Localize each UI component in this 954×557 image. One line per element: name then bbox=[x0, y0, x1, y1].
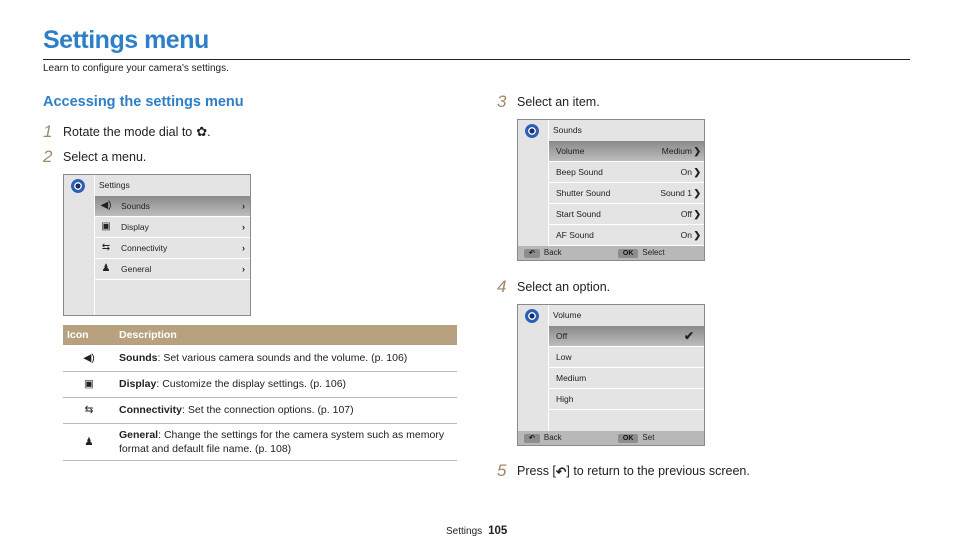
step-number: 5 bbox=[497, 461, 507, 480]
step-5: 5 Press [↶] to return to the previous sc… bbox=[497, 461, 750, 480]
chevron-right-icon: ❯ bbox=[693, 188, 701, 198]
back-icon: ↶ bbox=[555, 464, 567, 479]
footer-section: Settings bbox=[446, 526, 483, 537]
menu-item-general[interactable]: ♟ General › bbox=[95, 259, 250, 280]
table-row: ◀) Sounds: Set various camera sounds and … bbox=[63, 345, 457, 372]
option-medium[interactable]: Medium bbox=[549, 368, 704, 389]
camera-screen-settings: Settings ◀) Sounds › ▣ Display › ⇆ Conne… bbox=[63, 174, 251, 316]
connectivity-icon: ⇆ bbox=[63, 397, 115, 424]
step-number: 1 bbox=[43, 122, 53, 141]
settings-gear-icon bbox=[525, 124, 539, 138]
section-title: Accessing the settings menu bbox=[43, 94, 244, 110]
menu-item-display[interactable]: ▣ Display › bbox=[95, 217, 250, 238]
chevron-right-icon: ❯ bbox=[693, 209, 701, 219]
menu-item-start-sound[interactable]: Start Sound Off ❯ bbox=[549, 204, 704, 225]
option-high[interactable]: High bbox=[549, 389, 704, 410]
step-number: 2 bbox=[43, 147, 53, 166]
step-4: 4 Select an option. bbox=[497, 277, 610, 297]
camera-screen-sounds: Sounds Volume Medium ❯ Beep Sound On ❯ Shutt… bbox=[517, 119, 705, 261]
screen-footer: ↶ Back OK Select bbox=[518, 246, 704, 260]
table-row: ⇆ Connectivity: Set the connection option… bbox=[63, 397, 457, 424]
icon-description-table: Icon Description ◀) Sounds: Set various ca… bbox=[63, 325, 457, 461]
menu-item-connectivity[interactable]: ⇆ Connectivity › bbox=[95, 238, 250, 259]
page-subtitle: Learn to configure your camera's setting… bbox=[43, 63, 229, 74]
ok-key[interactable]: OK bbox=[617, 434, 639, 443]
sound-icon: ◀) bbox=[63, 345, 115, 372]
table-row: ▣ Display: Customize the display settings… bbox=[63, 371, 457, 398]
chevron-right-icon: › bbox=[242, 201, 245, 211]
settings-gear-icon bbox=[71, 179, 85, 193]
step-text: Select an item. bbox=[517, 95, 600, 109]
camera-screen-volume: Volume Off ✔ Low Medium High ↶ Back OK Set bbox=[517, 304, 705, 446]
step-3: 3 Select an item. bbox=[497, 92, 600, 112]
page-footer: Settings 105 bbox=[446, 525, 507, 537]
menu-item-beep-sound[interactable]: Beep Sound On ❯ bbox=[549, 162, 704, 183]
step-number: 3 bbox=[497, 92, 507, 111]
display-icon: ▣ bbox=[63, 371, 115, 398]
sound-icon: ◀) bbox=[100, 200, 112, 211]
step-text: Select a menu. bbox=[63, 150, 147, 164]
chevron-right-icon: › bbox=[242, 243, 245, 253]
page-title: Settings menu bbox=[43, 26, 209, 54]
menu-item-volume[interactable]: Volume Medium ❯ bbox=[549, 141, 704, 162]
chevron-right-icon: › bbox=[242, 264, 245, 274]
general-icon: ♟ bbox=[63, 423, 115, 461]
page-number: 105 bbox=[488, 525, 508, 537]
menu-item-sounds[interactable]: ◀) Sounds › bbox=[95, 196, 250, 217]
screen-footer: ↶ Back OK Set bbox=[518, 431, 704, 445]
title-rule bbox=[43, 59, 910, 60]
option-off[interactable]: Off ✔ bbox=[549, 326, 704, 347]
chevron-right-icon: › bbox=[242, 222, 245, 232]
step-text: Select an option. bbox=[517, 280, 611, 294]
step-text: Rotate the mode dial to bbox=[63, 125, 193, 139]
general-icon: ♟ bbox=[101, 263, 111, 274]
menu-item-shutter-sound[interactable]: Shutter Sound Sound 1 ❯ bbox=[549, 183, 704, 204]
checkmark-icon: ✔ bbox=[683, 329, 694, 343]
settings-gear-icon: ✿ bbox=[196, 124, 208, 139]
menu-item-af-sound[interactable]: AF Sound On ❯ bbox=[549, 225, 704, 246]
column-header-icon: Icon bbox=[63, 325, 115, 345]
screen-title: Settings bbox=[95, 175, 250, 197]
screen-title: Volume bbox=[549, 305, 704, 327]
screen-title: Sounds bbox=[549, 120, 704, 142]
chevron-right-icon: ❯ bbox=[693, 230, 701, 240]
settings-gear-icon bbox=[525, 309, 539, 323]
back-icon[interactable]: ↶ bbox=[524, 249, 540, 258]
ok-key[interactable]: OK bbox=[617, 249, 639, 258]
step-1: 1 Rotate the mode dial to ✿. bbox=[43, 122, 211, 141]
display-icon: ▣ bbox=[101, 221, 111, 232]
table-row: ♟ General: Change the settings for the ca… bbox=[63, 423, 457, 461]
step-number: 4 bbox=[497, 277, 507, 296]
column-header-description: Description bbox=[115, 325, 457, 345]
chevron-right-icon: ❯ bbox=[693, 167, 701, 177]
option-low[interactable]: Low bbox=[549, 347, 704, 368]
back-icon[interactable]: ↶ bbox=[524, 434, 540, 443]
connectivity-icon: ⇆ bbox=[101, 242, 111, 253]
chevron-right-icon: ❯ bbox=[693, 146, 701, 156]
step-2: 2 Select a menu. bbox=[43, 147, 146, 167]
